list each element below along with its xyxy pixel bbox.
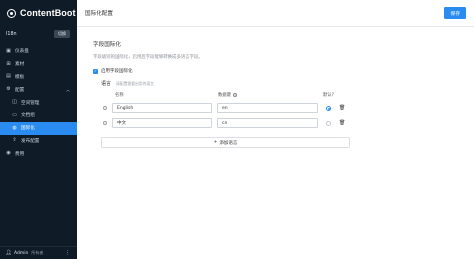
language-row: 中文 cn 🗑︎	[93, 118, 453, 128]
trash-icon[interactable]: 🗑︎	[339, 120, 345, 126]
section-description: 字段级别的国际化，启用后字段能够转换成多语言字段。	[93, 55, 203, 60]
sidebar-item-templates[interactable]: ▤ 模板	[0, 71, 77, 84]
sidebar-item-doc-groups[interactable]: ▭ 文档组	[0, 109, 77, 122]
sidebar-item-label: 配置	[15, 87, 25, 93]
plus-icon: +	[213, 140, 218, 145]
enable-i18n-row[interactable]: ✓ 启用字段国际化	[93, 68, 453, 74]
dashboard-icon: ▣	[6, 47, 11, 54]
language-row: English en 🗑︎	[93, 103, 453, 113]
sidebar-item-publish[interactable]: ⇪ 发布配置	[0, 135, 77, 148]
sidebar-item-dashboard[interactable]: ▣ 仪表盘	[0, 45, 77, 58]
language-key-input[interactable]: en	[217, 103, 318, 113]
languages-label: 语言	[101, 81, 112, 87]
more-icon[interactable]: ⋮	[65, 250, 70, 256]
template-icon: ▤	[6, 73, 11, 80]
sidebar-item-i18n[interactable]: ◍ 国际化	[0, 121, 77, 135]
sidebar-item-label: 发布配置	[21, 138, 40, 144]
sidebar-item-label: 文档组	[21, 113, 35, 119]
language-key-input[interactable]: cn	[217, 118, 318, 128]
workspace-bar: I18n 切换	[0, 27, 77, 41]
language-name-input[interactable]: English	[112, 103, 212, 113]
sidebar-item-billing[interactable]: ◉ 费用	[0, 147, 77, 160]
user-bar[interactable]: 👤︎ Admin 所有者 ⋮	[0, 246, 77, 259]
space-icon: ◫	[12, 99, 17, 106]
languages-header: 语言 请配置需要启用的语言	[93, 80, 453, 87]
trash-icon[interactable]: 🗑︎	[339, 105, 345, 111]
logo-icon	[7, 8, 16, 18]
workspace-switch-button[interactable]: 切换	[54, 30, 70, 38]
user-name: Admin	[14, 250, 29, 256]
sidebar: ContentBoot I18n 切换 ▣ 仪表盘 ⊞ 素材 ▤ 模板 ⚙ 配置…	[0, 0, 77, 259]
user-role: 所有者	[31, 250, 44, 255]
sidebar-item-label: 仪表盘	[15, 49, 29, 55]
sidebar-item-label: 国际化	[21, 126, 35, 132]
main-content: 字段国际化 字段级别的国际化，启用后字段能够转换成多语言字段。 ✓ 启用字段国际…	[93, 40, 453, 148]
enable-i18n-label: 启用字段国际化	[101, 69, 133, 74]
sidebar-item-assets[interactable]: ⊞ 素材	[0, 58, 77, 71]
column-key: 数据键 ?	[218, 92, 238, 98]
doc-group-icon: ▭	[12, 111, 17, 118]
sidebar-item-label: 模板	[15, 74, 25, 80]
brand-name: ContentBoot	[20, 8, 76, 18]
default-language-radio[interactable]	[326, 120, 331, 126]
add-language-label: 添加语言	[219, 140, 238, 146]
publish-icon: ⇪	[12, 137, 17, 144]
settings-icon: ⚙	[6, 86, 11, 93]
save-button[interactable]: 保存	[444, 7, 466, 19]
sidebar-item-space-management[interactable]: ◫ 空间管理	[0, 96, 77, 109]
default-language-radio[interactable]	[326, 105, 331, 111]
enable-i18n-checkbox[interactable]: ✓	[93, 68, 98, 74]
add-language-button[interactable]: + 添加语言	[101, 137, 350, 148]
brand[interactable]: ContentBoot	[0, 0, 77, 26]
sidebar-item-label: 空间管理	[21, 100, 40, 106]
section-title: 字段国际化	[93, 42, 121, 48]
column-default: 默认?	[323, 93, 334, 98]
sidebar-item-label: 素材	[15, 62, 25, 68]
sidebar-nav: ▣ 仪表盘 ⊞ 素材 ▤ 模板 ⚙ 配置 ︿ ◫ 空间管理 ▭ 文档组 ◍ 国际…	[0, 45, 77, 160]
languages-hint: 请配置需要启用的语言	[116, 81, 154, 86]
sidebar-item-settings[interactable]: ⚙ 配置 ︿	[0, 83, 77, 96]
assets-icon: ⊞	[6, 60, 11, 67]
column-key-label: 数据键	[218, 93, 231, 98]
header: 国际化配置 保存	[77, 0, 474, 27]
globe-icon: ◍	[12, 124, 17, 131]
help-icon[interactable]: ?	[232, 92, 238, 98]
row-select-radio[interactable]	[103, 106, 107, 110]
sidebar-item-label: 费用	[15, 151, 25, 157]
chevron-up-icon: ︿	[66, 87, 70, 93]
workspace-name: I18n	[6, 31, 17, 37]
column-name: 名称	[115, 93, 124, 98]
user-icon: 👤︎	[5, 249, 12, 256]
language-name-input[interactable]: 中文	[112, 118, 212, 128]
billing-icon: ◉	[6, 150, 11, 157]
row-select-radio[interactable]	[103, 121, 107, 125]
page-title: 国际化配置	[85, 11, 113, 17]
